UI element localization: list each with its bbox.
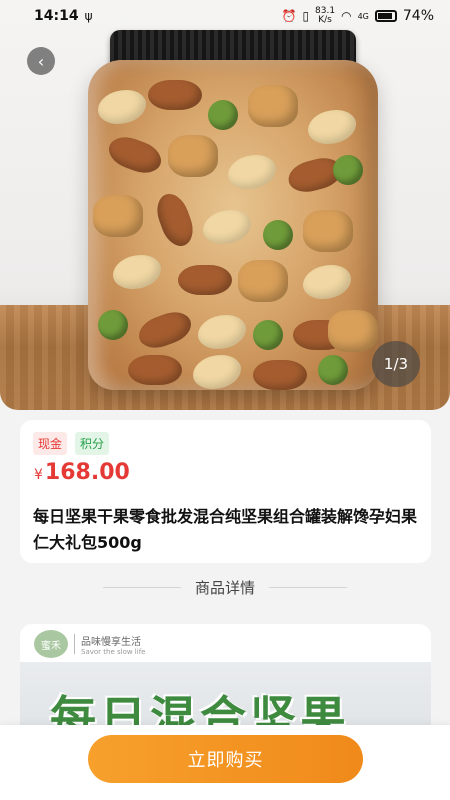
brand-logo: 蜜禾 [34, 630, 68, 658]
details-section-title: 商品详情 [194, 578, 255, 597]
status-bar: 14:14 ψ ⏰ ▯ 83.1 K/s ◠ 4G 74% [0, 0, 450, 32]
price-value: 168.00 [44, 460, 130, 485]
product-image-gallery[interactable]: ‹ 1/3 [0, 0, 450, 410]
payment-tags: 现金 积分 [33, 432, 110, 455]
divider-left [102, 586, 181, 588]
product-info-card: 现金 积分 ¥ 168.00 每日坚果干果零食批发混合纯坚果组合罐装解馋孕妇果仁… [20, 420, 431, 563]
product-image [88, 60, 378, 390]
bottom-action-bar: 立即购买 [0, 725, 450, 800]
back-button[interactable]: ‹ [27, 47, 55, 75]
signal-label: 4G [357, 11, 369, 21]
buy-now-button[interactable]: 立即购买 [88, 735, 363, 783]
gallery-page-indicator: 1/3 [372, 341, 420, 387]
status-time: 14:14 [34, 8, 79, 24]
battery-icon [374, 10, 397, 22]
usb-icon: ψ [84, 9, 93, 23]
tag-cash: 现金 [33, 432, 68, 455]
currency-symbol: ¥ [34, 467, 43, 483]
tag-points: 积分 [75, 432, 110, 455]
brand-slogan: 品味慢享生活 [81, 636, 141, 648]
brand-row: 蜜禾 品味慢享生活 Savor the slow life [34, 630, 145, 658]
chevron-left-icon: ‹ [37, 51, 45, 71]
battery-percent: 74% [402, 8, 434, 24]
network-speed: 83.1 K/s [315, 6, 336, 25]
wifi-icon: ◠ [341, 9, 352, 23]
product-title: 每日坚果干果零食批发混合纯坚果组合罐装解馋孕妇果仁大礼包500g [33, 507, 418, 552]
vibrate-icon: ▯ [302, 9, 310, 23]
brand-slogan-en: Savor the slow life [81, 647, 146, 656]
brand-separator [74, 634, 75, 654]
alarm-icon: ⏰ [281, 9, 297, 23]
details-section-header: 商品详情 [0, 575, 450, 599]
divider-right [269, 586, 347, 588]
product-price: ¥ 168.00 [34, 460, 130, 485]
